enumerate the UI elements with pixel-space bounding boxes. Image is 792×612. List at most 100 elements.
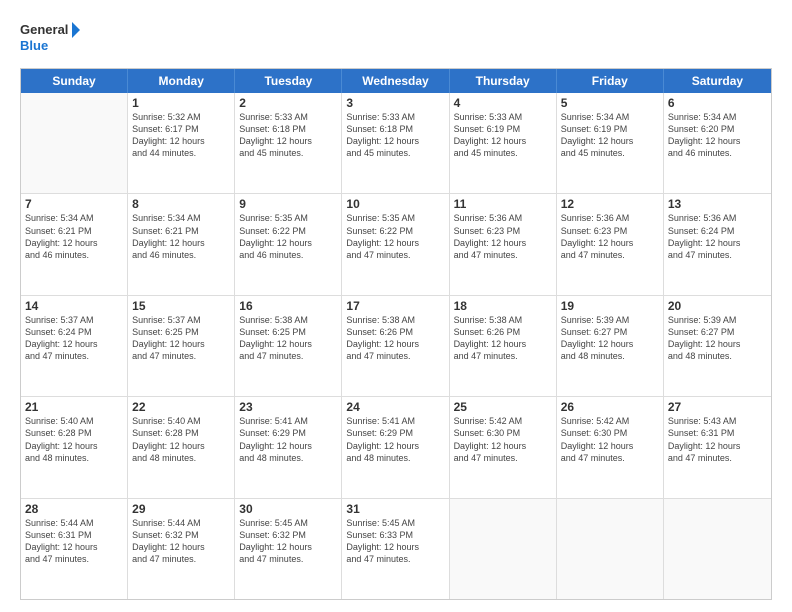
calendar-cell (664, 499, 771, 599)
cell-daylight-info: Sunrise: 5:37 AM Sunset: 6:25 PM Dayligh… (132, 314, 230, 363)
header: General Blue (20, 18, 772, 58)
day-number: 7 (25, 197, 123, 211)
calendar-cell: 10Sunrise: 5:35 AM Sunset: 6:22 PM Dayli… (342, 194, 449, 294)
day-number: 15 (132, 299, 230, 313)
calendar-cell: 4Sunrise: 5:33 AM Sunset: 6:19 PM Daylig… (450, 93, 557, 193)
cell-daylight-info: Sunrise: 5:41 AM Sunset: 6:29 PM Dayligh… (346, 415, 444, 464)
day-number: 14 (25, 299, 123, 313)
svg-text:Blue: Blue (20, 38, 48, 53)
cell-daylight-info: Sunrise: 5:43 AM Sunset: 6:31 PM Dayligh… (668, 415, 767, 464)
calendar-cell: 17Sunrise: 5:38 AM Sunset: 6:26 PM Dayli… (342, 296, 449, 396)
cell-daylight-info: Sunrise: 5:36 AM Sunset: 6:24 PM Dayligh… (668, 212, 767, 261)
day-number: 29 (132, 502, 230, 516)
weekday-header: Sunday (21, 69, 128, 93)
calendar-cell: 8Sunrise: 5:34 AM Sunset: 6:21 PM Daylig… (128, 194, 235, 294)
svg-text:General: General (20, 22, 68, 37)
cell-daylight-info: Sunrise: 5:45 AM Sunset: 6:32 PM Dayligh… (239, 517, 337, 566)
calendar-week-row: 21Sunrise: 5:40 AM Sunset: 6:28 PM Dayli… (21, 397, 771, 498)
cell-daylight-info: Sunrise: 5:44 AM Sunset: 6:32 PM Dayligh… (132, 517, 230, 566)
cell-daylight-info: Sunrise: 5:35 AM Sunset: 6:22 PM Dayligh… (346, 212, 444, 261)
cell-daylight-info: Sunrise: 5:33 AM Sunset: 6:18 PM Dayligh… (346, 111, 444, 160)
calendar-week-row: 1Sunrise: 5:32 AM Sunset: 6:17 PM Daylig… (21, 93, 771, 194)
calendar-cell (450, 499, 557, 599)
day-number: 3 (346, 96, 444, 110)
calendar-cell: 11Sunrise: 5:36 AM Sunset: 6:23 PM Dayli… (450, 194, 557, 294)
calendar-cell: 21Sunrise: 5:40 AM Sunset: 6:28 PM Dayli… (21, 397, 128, 497)
day-number: 13 (668, 197, 767, 211)
calendar-cell: 3Sunrise: 5:33 AM Sunset: 6:18 PM Daylig… (342, 93, 449, 193)
calendar-cell: 13Sunrise: 5:36 AM Sunset: 6:24 PM Dayli… (664, 194, 771, 294)
calendar-cell: 22Sunrise: 5:40 AM Sunset: 6:28 PM Dayli… (128, 397, 235, 497)
weekday-header: Monday (128, 69, 235, 93)
calendar-week-row: 14Sunrise: 5:37 AM Sunset: 6:24 PM Dayli… (21, 296, 771, 397)
cell-daylight-info: Sunrise: 5:40 AM Sunset: 6:28 PM Dayligh… (132, 415, 230, 464)
calendar-cell: 29Sunrise: 5:44 AM Sunset: 6:32 PM Dayli… (128, 499, 235, 599)
calendar-cell: 12Sunrise: 5:36 AM Sunset: 6:23 PM Dayli… (557, 194, 664, 294)
cell-daylight-info: Sunrise: 5:39 AM Sunset: 6:27 PM Dayligh… (561, 314, 659, 363)
day-number: 5 (561, 96, 659, 110)
cell-daylight-info: Sunrise: 5:41 AM Sunset: 6:29 PM Dayligh… (239, 415, 337, 464)
cell-daylight-info: Sunrise: 5:42 AM Sunset: 6:30 PM Dayligh… (454, 415, 552, 464)
cell-daylight-info: Sunrise: 5:36 AM Sunset: 6:23 PM Dayligh… (454, 212, 552, 261)
day-number: 23 (239, 400, 337, 414)
calendar-cell: 24Sunrise: 5:41 AM Sunset: 6:29 PM Dayli… (342, 397, 449, 497)
cell-daylight-info: Sunrise: 5:37 AM Sunset: 6:24 PM Dayligh… (25, 314, 123, 363)
calendar-cell: 30Sunrise: 5:45 AM Sunset: 6:32 PM Dayli… (235, 499, 342, 599)
calendar-body: 1Sunrise: 5:32 AM Sunset: 6:17 PM Daylig… (21, 93, 771, 599)
calendar-cell: 31Sunrise: 5:45 AM Sunset: 6:33 PM Dayli… (342, 499, 449, 599)
day-number: 19 (561, 299, 659, 313)
calendar-cell: 27Sunrise: 5:43 AM Sunset: 6:31 PM Dayli… (664, 397, 771, 497)
day-number: 30 (239, 502, 337, 516)
calendar-cell: 5Sunrise: 5:34 AM Sunset: 6:19 PM Daylig… (557, 93, 664, 193)
logo-svg: General Blue (20, 18, 80, 58)
cell-daylight-info: Sunrise: 5:34 AM Sunset: 6:20 PM Dayligh… (668, 111, 767, 160)
calendar-header-row: SundayMondayTuesdayWednesdayThursdayFrid… (21, 69, 771, 93)
calendar-cell: 25Sunrise: 5:42 AM Sunset: 6:30 PM Dayli… (450, 397, 557, 497)
day-number: 8 (132, 197, 230, 211)
day-number: 4 (454, 96, 552, 110)
calendar: SundayMondayTuesdayWednesdayThursdayFrid… (20, 68, 772, 600)
cell-daylight-info: Sunrise: 5:44 AM Sunset: 6:31 PM Dayligh… (25, 517, 123, 566)
calendar-cell: 20Sunrise: 5:39 AM Sunset: 6:27 PM Dayli… (664, 296, 771, 396)
cell-daylight-info: Sunrise: 5:35 AM Sunset: 6:22 PM Dayligh… (239, 212, 337, 261)
cell-daylight-info: Sunrise: 5:38 AM Sunset: 6:26 PM Dayligh… (454, 314, 552, 363)
weekday-header: Friday (557, 69, 664, 93)
day-number: 9 (239, 197, 337, 211)
calendar-cell: 15Sunrise: 5:37 AM Sunset: 6:25 PM Dayli… (128, 296, 235, 396)
cell-daylight-info: Sunrise: 5:42 AM Sunset: 6:30 PM Dayligh… (561, 415, 659, 464)
calendar-cell: 18Sunrise: 5:38 AM Sunset: 6:26 PM Dayli… (450, 296, 557, 396)
cell-daylight-info: Sunrise: 5:36 AM Sunset: 6:23 PM Dayligh… (561, 212, 659, 261)
cell-daylight-info: Sunrise: 5:33 AM Sunset: 6:19 PM Dayligh… (454, 111, 552, 160)
cell-daylight-info: Sunrise: 5:45 AM Sunset: 6:33 PM Dayligh… (346, 517, 444, 566)
calendar-cell: 19Sunrise: 5:39 AM Sunset: 6:27 PM Dayli… (557, 296, 664, 396)
cell-daylight-info: Sunrise: 5:38 AM Sunset: 6:25 PM Dayligh… (239, 314, 337, 363)
calendar-cell: 14Sunrise: 5:37 AM Sunset: 6:24 PM Dayli… (21, 296, 128, 396)
cell-daylight-info: Sunrise: 5:33 AM Sunset: 6:18 PM Dayligh… (239, 111, 337, 160)
weekday-header: Thursday (450, 69, 557, 93)
calendar-cell: 23Sunrise: 5:41 AM Sunset: 6:29 PM Dayli… (235, 397, 342, 497)
weekday-header: Tuesday (235, 69, 342, 93)
cell-daylight-info: Sunrise: 5:34 AM Sunset: 6:19 PM Dayligh… (561, 111, 659, 160)
weekday-header: Wednesday (342, 69, 449, 93)
cell-daylight-info: Sunrise: 5:34 AM Sunset: 6:21 PM Dayligh… (25, 212, 123, 261)
calendar-cell: 7Sunrise: 5:34 AM Sunset: 6:21 PM Daylig… (21, 194, 128, 294)
calendar-cell: 9Sunrise: 5:35 AM Sunset: 6:22 PM Daylig… (235, 194, 342, 294)
day-number: 17 (346, 299, 444, 313)
cell-daylight-info: Sunrise: 5:32 AM Sunset: 6:17 PM Dayligh… (132, 111, 230, 160)
cell-daylight-info: Sunrise: 5:40 AM Sunset: 6:28 PM Dayligh… (25, 415, 123, 464)
day-number: 11 (454, 197, 552, 211)
day-number: 21 (25, 400, 123, 414)
calendar-week-row: 28Sunrise: 5:44 AM Sunset: 6:31 PM Dayli… (21, 499, 771, 599)
day-number: 16 (239, 299, 337, 313)
day-number: 25 (454, 400, 552, 414)
day-number: 27 (668, 400, 767, 414)
page: General Blue SundayMondayTuesdayWednesda… (0, 0, 792, 612)
day-number: 10 (346, 197, 444, 211)
day-number: 18 (454, 299, 552, 313)
logo: General Blue (20, 18, 80, 58)
calendar-cell (21, 93, 128, 193)
day-number: 12 (561, 197, 659, 211)
day-number: 6 (668, 96, 767, 110)
calendar-cell: 2Sunrise: 5:33 AM Sunset: 6:18 PM Daylig… (235, 93, 342, 193)
cell-daylight-info: Sunrise: 5:34 AM Sunset: 6:21 PM Dayligh… (132, 212, 230, 261)
